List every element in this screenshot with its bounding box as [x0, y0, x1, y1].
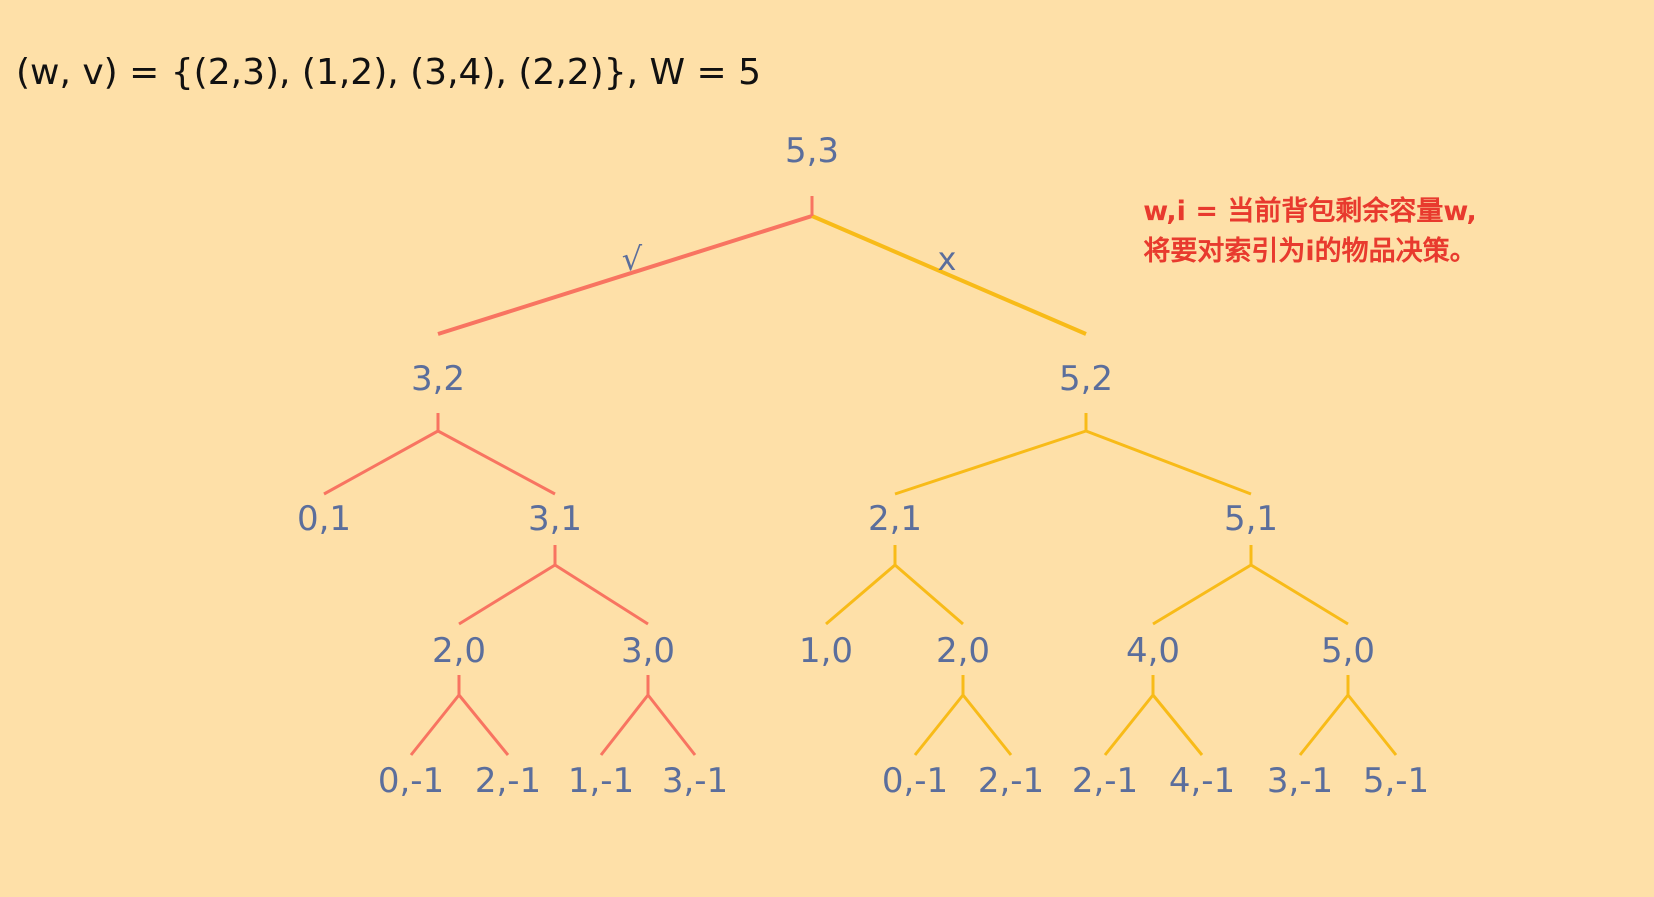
tree-edge: [457, 694, 510, 756]
tree-edge: [1103, 694, 1155, 756]
tree-edge: [1151, 694, 1204, 756]
tree-node-label: 5,-1: [1363, 761, 1429, 801]
tree-edge: [961, 694, 1013, 756]
tree-node-label: 2,1: [868, 499, 922, 539]
tree-node-label: 2,0: [432, 631, 486, 671]
tree-node-label: 2,-1: [475, 761, 541, 801]
tree-node-label: 0,1: [297, 499, 351, 539]
tree-edge: [646, 694, 697, 756]
tree-edge: [894, 429, 1087, 496]
tree-node-label: 2,-1: [1072, 761, 1138, 801]
tree-edge: [1346, 694, 1398, 756]
tree-edge: [1085, 429, 1252, 496]
tree-edge: [437, 429, 556, 496]
tree-node-label: 4,0: [1126, 631, 1180, 671]
tree-edge: [1152, 563, 1252, 626]
tree-edge: [599, 694, 650, 756]
tree-node-label: 2,0: [936, 631, 990, 671]
take-mark: √: [622, 240, 643, 278]
tree-node-label: 4,-1: [1169, 761, 1235, 801]
tree-edge: [409, 694, 461, 756]
decision-tree: 0,1 0,-1 2,-1 2,0 1,-1 3,-1 3,0 3,1 3,2 1,0 0,-1 2,…: [297, 131, 1429, 801]
tree-edge: [825, 563, 896, 626]
tree-node-label: 0,-1: [378, 761, 444, 801]
tree-node-label: 3,0: [621, 631, 675, 671]
tree-node-label: 5,2: [1059, 359, 1113, 399]
tree-edge: [913, 694, 965, 756]
tree-edge: [554, 563, 649, 626]
tree-node-label: 3,2: [411, 359, 465, 399]
diagram-canvas: (w, v) = {(2,3), (1,2), (3,4), (2,2)}, W…: [0, 0, 1654, 897]
tree-node-label: 3,-1: [1267, 761, 1333, 801]
tree-node-label: 1,-1: [568, 761, 634, 801]
tree-node-label: 5,1: [1224, 499, 1278, 539]
tree-edge: [1298, 694, 1350, 756]
tree-node-label: 3,-1: [662, 761, 728, 801]
tree-node-label: 0,-1: [882, 761, 948, 801]
tree-node-label: 5,3: [785, 131, 839, 171]
tree-edge: [323, 429, 439, 496]
tree-edge: [458, 563, 556, 626]
tree-edge: [894, 563, 964, 626]
tree-edge: [1250, 563, 1349, 626]
tree-node-label: 1,0: [799, 631, 853, 671]
tree-node-label: 5,0: [1321, 631, 1375, 671]
tree-node-label: 2,-1: [978, 761, 1044, 801]
skip-mark: x: [938, 240, 957, 278]
tree-node-label: 3,1: [528, 499, 582, 539]
